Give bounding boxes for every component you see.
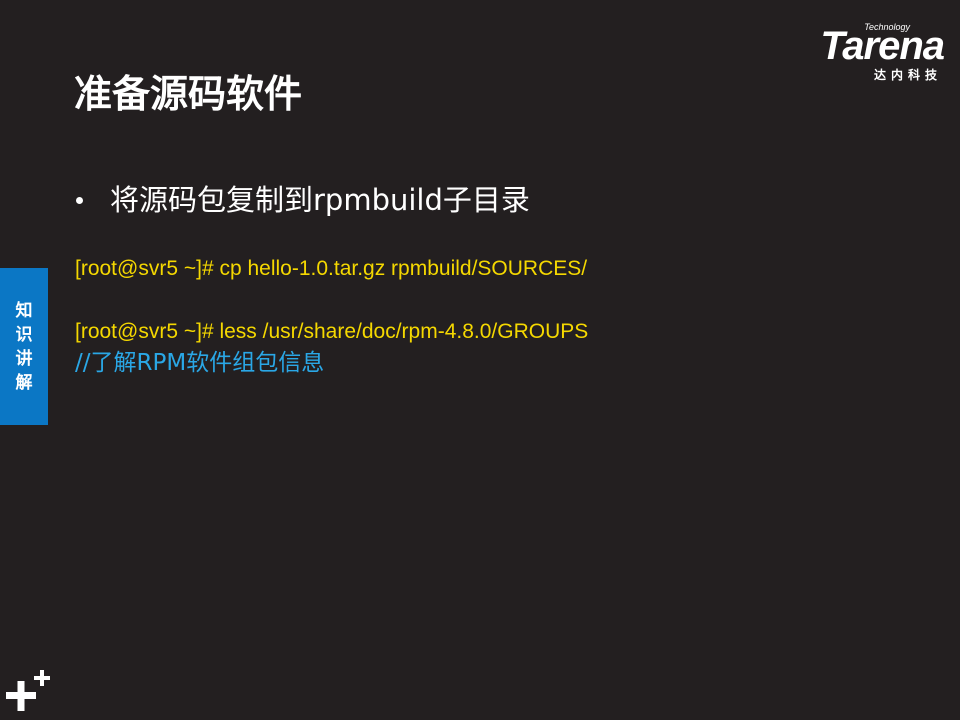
- command-line-copy: [root@svr5 ~]# cp hello-1.0.tar.gz rpmbu…: [75, 257, 588, 280]
- bullet-text: 将源码包复制到rpmbuild子目录: [110, 183, 530, 217]
- bullet-dot-icon: [76, 196, 83, 204]
- side-tab-char: 讲: [15, 348, 33, 369]
- side-tab-char: 解: [15, 372, 33, 393]
- side-tab-knowledge[interactable]: 知 识 讲 解: [0, 268, 48, 425]
- command-line-less: [root@svr5 ~]# less /usr/share/doc/rpm-4…: [75, 320, 589, 343]
- logo-wordmark: Tarena: [820, 24, 945, 68]
- page-title: 准备源码软件: [74, 72, 303, 116]
- plus-icon: [6, 670, 50, 711]
- command-comment: //了解RPM软件组包信息: [75, 350, 325, 376]
- bullet-item: 将源码包复制到rpmbuild子目录: [72, 178, 530, 222]
- logo-subtitle: 达内科技: [873, 68, 942, 82]
- side-tab-char: 知: [15, 300, 33, 321]
- side-tab-char: 识: [15, 324, 33, 345]
- tarena-logo: Technology Tarena 达内科技: [780, 22, 945, 84]
